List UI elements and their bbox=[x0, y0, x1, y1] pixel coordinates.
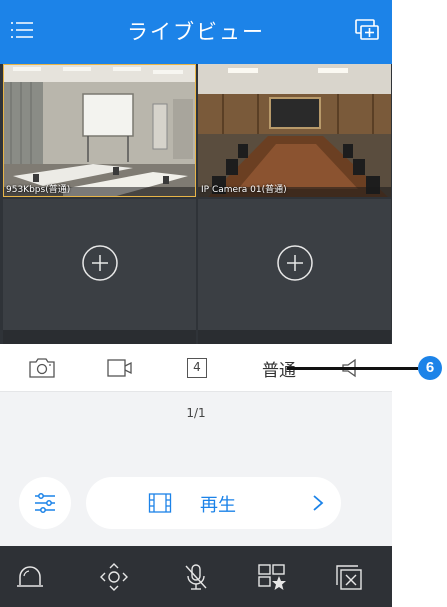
multi-screen-icon[interactable] bbox=[352, 15, 382, 45]
video-grid: 953Kbps(普通) IP Camera 01(普通) bbox=[0, 64, 392, 344]
cell-status-bar bbox=[3, 330, 196, 344]
alarm-icon bbox=[17, 566, 43, 587]
mic-button[interactable] bbox=[180, 561, 212, 593]
cell-status-bar bbox=[198, 330, 391, 344]
app-root: ライブビュー 953Kbps(普通) IP Camera 01(普通) 4 普通… bbox=[0, 0, 447, 607]
callout-line bbox=[287, 367, 418, 370]
favorite-button[interactable] bbox=[256, 561, 288, 593]
favorite-icon bbox=[258, 564, 286, 590]
sliders-icon bbox=[35, 493, 55, 513]
alarm-button[interactable] bbox=[14, 561, 46, 593]
page-indicator: 1/1 bbox=[186, 406, 206, 420]
ptz-button[interactable] bbox=[98, 561, 130, 593]
playback-label: 再生 bbox=[200, 495, 236, 516]
close-all-button[interactable] bbox=[333, 561, 365, 593]
ptz-icon bbox=[100, 563, 128, 591]
camera-label: IP Camera 01(普通) bbox=[201, 185, 287, 195]
mic-off-icon bbox=[185, 564, 207, 590]
record-button[interactable] bbox=[106, 356, 134, 380]
chevron-right-icon bbox=[313, 495, 324, 511]
phone-screen: ライブビュー 953Kbps(普通) IP Camera 01(普通) 4 普通… bbox=[0, 0, 392, 607]
video-record-icon bbox=[107, 359, 132, 377]
playback-button[interactable]: 再生 bbox=[86, 477, 341, 529]
camera-icon bbox=[29, 358, 55, 378]
video-cell-4-empty[interactable] bbox=[198, 199, 391, 344]
header-bar: ライブビュー bbox=[0, 0, 392, 64]
film-icon bbox=[148, 493, 172, 513]
page-title: ライブビュー bbox=[127, 20, 265, 44]
camera-label: 953Kbps(普通) bbox=[6, 185, 71, 195]
camera-feed-conference-room bbox=[198, 64, 391, 197]
video-cell-2[interactable]: IP Camera 01(普通) bbox=[198, 64, 391, 197]
split-screen-button[interactable]: 4 bbox=[186, 356, 208, 380]
split-count: 4 bbox=[187, 358, 207, 378]
add-circle-icon[interactable] bbox=[276, 244, 314, 282]
snapshot-button[interactable] bbox=[28, 356, 56, 380]
bottom-action-bar bbox=[0, 546, 392, 607]
video-cell-3-empty[interactable] bbox=[3, 199, 196, 344]
video-cell-1[interactable]: 953Kbps(普通) bbox=[3, 64, 196, 197]
callout-number-badge: 6 bbox=[418, 356, 442, 380]
filter-button[interactable] bbox=[19, 477, 71, 529]
close-all-icon bbox=[336, 565, 362, 590]
add-circle-icon[interactable] bbox=[81, 244, 119, 282]
camera-feed-whiteboard-room bbox=[3, 64, 196, 197]
